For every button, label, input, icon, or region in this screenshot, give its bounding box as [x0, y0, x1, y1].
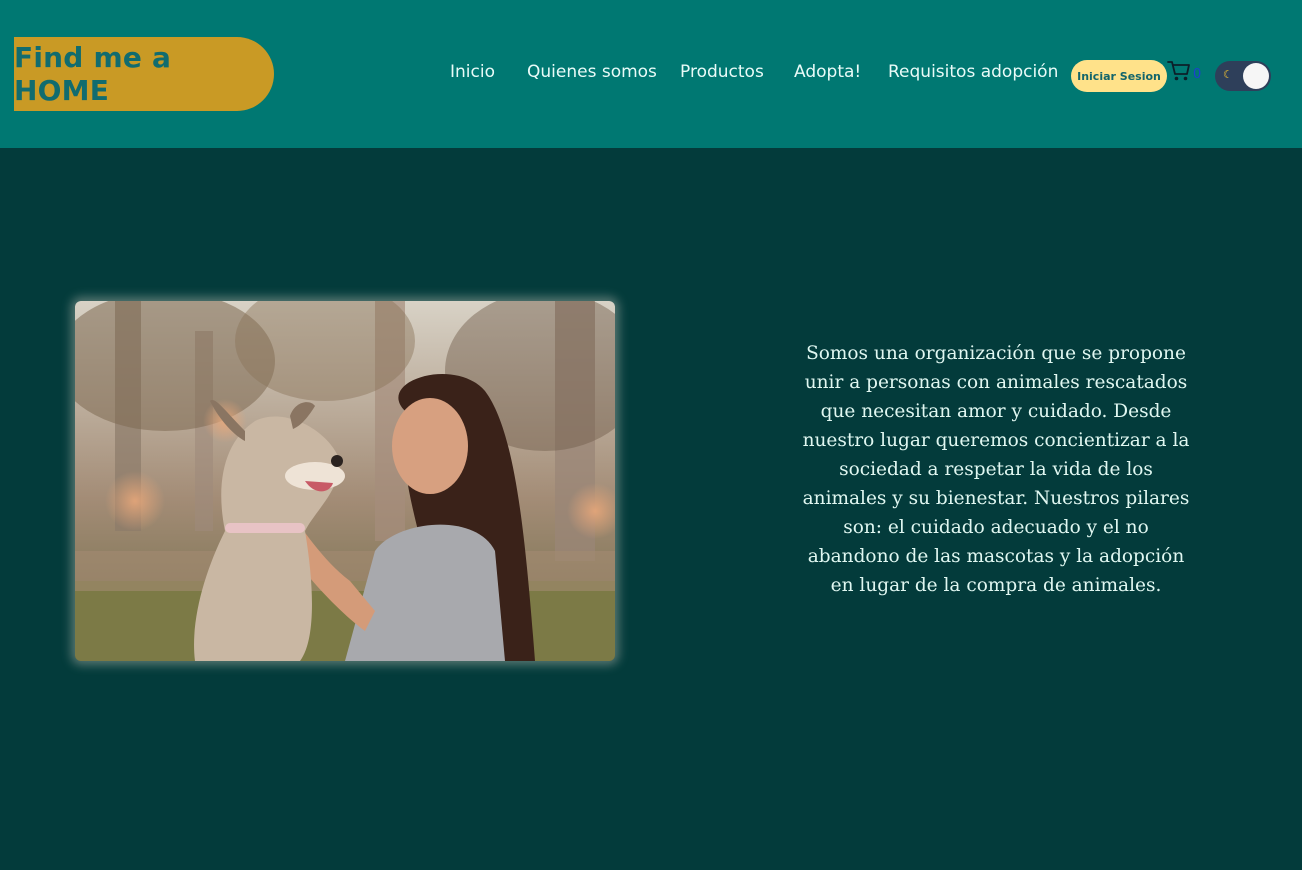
- site-header: Find me a HOME Inicio Quienes somos Prod…: [0, 0, 1302, 148]
- cart-count: 0: [1193, 67, 1202, 82]
- theme-toggle[interactable]: ☾: [1215, 61, 1271, 91]
- cart-icon[interactable]: [1167, 60, 1191, 82]
- photo-illustration: [75, 301, 615, 661]
- login-button[interactable]: Iniciar Sesion: [1071, 60, 1167, 92]
- nav-link-productos[interactable]: Productos: [680, 62, 764, 82]
- about-text: Somos una organización que se propone un…: [802, 342, 1190, 596]
- moon-icon: ☾: [1223, 68, 1233, 81]
- nav-link-quienes-somos[interactable]: Quienes somos: [527, 62, 657, 82]
- toggle-knob: [1243, 63, 1269, 89]
- nav-link-requisitos-adopcion[interactable]: Requisitos adopción: [888, 62, 1058, 82]
- woman-with-dog-photo: [75, 301, 615, 661]
- nav-link-adopta[interactable]: Adopta!: [794, 62, 861, 82]
- nav-link-inicio[interactable]: Inicio: [450, 62, 495, 82]
